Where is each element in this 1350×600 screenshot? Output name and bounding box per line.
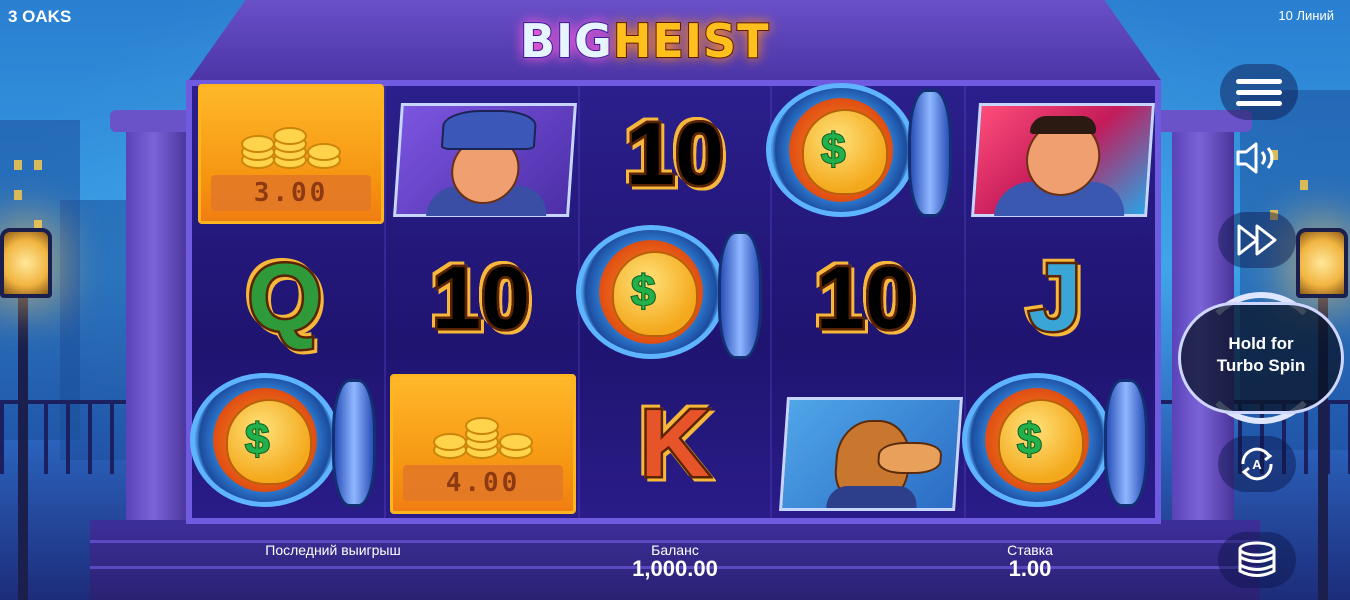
vault-bag-icon: $: [766, 75, 956, 225]
symbol-k-text: K: [638, 390, 712, 497]
lamp-post-left: [18, 290, 28, 600]
coin-card: 3.00: [198, 84, 384, 224]
balance-value: 1,000.00: [632, 556, 718, 581]
symbol-ten-text: 10: [624, 104, 727, 203]
autoplay-icon: A: [1241, 447, 1273, 481]
symbol-q-text: Q: [245, 244, 325, 351]
vault-bag-icon: $: [576, 217, 766, 367]
logo-big-text: BIG: [519, 13, 613, 69]
fast-forward-button[interactable]: [1218, 212, 1296, 268]
dog-portrait: [779, 397, 963, 511]
turbo-text-line1: Hold for: [1228, 334, 1294, 353]
symbol-ten: 10: [580, 84, 770, 224]
symbol-boss: [968, 90, 1158, 230]
bet-value[interactable]: 1.00: [960, 556, 1100, 582]
symbol-vault-bag: $: [190, 370, 380, 510]
symbol-policeman: [390, 90, 580, 230]
vault-bag-icon: $: [190, 365, 380, 515]
symbol-vault-bag: $: [576, 222, 766, 362]
symbol-coin-card: 3.00: [196, 84, 386, 224]
symbol-vault-bag: $: [766, 80, 956, 220]
turbo-spin-button[interactable]: Hold for Turbo Spin: [1178, 302, 1344, 414]
symbol-j-text: J: [1026, 244, 1084, 351]
coin-card: 4.00: [390, 374, 576, 514]
street-lamp-left: [0, 228, 52, 298]
menu-icon: [1236, 73, 1282, 112]
building-window: [34, 160, 42, 170]
coin-stack-icon: [241, 127, 347, 177]
autoplay-button[interactable]: A: [1218, 436, 1296, 492]
policeman-portrait: [393, 103, 577, 217]
symbol-j: J: [960, 228, 1150, 368]
logo-heist-text: HEIST: [612, 13, 770, 69]
symbol-ten: 10: [770, 228, 960, 368]
dollar-sign: $: [1016, 414, 1043, 465]
dollar-sign: $: [820, 124, 847, 175]
speaker-icon: [1236, 142, 1274, 174]
symbol-ten-text: 10: [430, 248, 533, 347]
symbol-ten: 10: [386, 228, 576, 368]
building-window: [14, 160, 22, 170]
coin-stack-icon: [433, 417, 539, 467]
vault-bag-icon: $: [962, 365, 1152, 515]
fast-forward-icon: [1237, 224, 1277, 256]
symbol-dog: [776, 384, 966, 524]
symbol-k: K: [580, 374, 770, 514]
building-window: [1300, 180, 1308, 190]
coin-value: 3.00: [211, 175, 371, 211]
brand-label: 3 OAKS: [8, 7, 72, 26]
game-logo: BIGHEIST: [519, 13, 769, 69]
column-left: [126, 120, 188, 540]
symbol-coin-card: 4.00: [388, 374, 578, 514]
sound-button[interactable]: [1234, 140, 1284, 176]
coin-value: 4.00: [403, 465, 563, 501]
svg-text:A: A: [1252, 457, 1262, 472]
symbol-ten-text: 10: [814, 248, 917, 347]
dollar-sign: $: [244, 414, 271, 465]
building-window: [14, 190, 22, 200]
paylines-label: 10 Линий: [1278, 8, 1334, 23]
street-lamp-right: [1296, 228, 1348, 298]
symbol-q: Q: [190, 228, 380, 368]
symbol-vault-bag: $: [962, 370, 1152, 510]
bet-button[interactable]: [1218, 532, 1296, 588]
coin-stack-icon: [1238, 541, 1276, 577]
turbo-text-line2: Turbo Spin: [1216, 356, 1306, 375]
dollar-sign: $: [630, 266, 657, 317]
last-win-label: Последний выигрыш: [265, 542, 401, 558]
menu-button[interactable]: [1220, 64, 1298, 120]
boss-portrait: [971, 103, 1155, 217]
